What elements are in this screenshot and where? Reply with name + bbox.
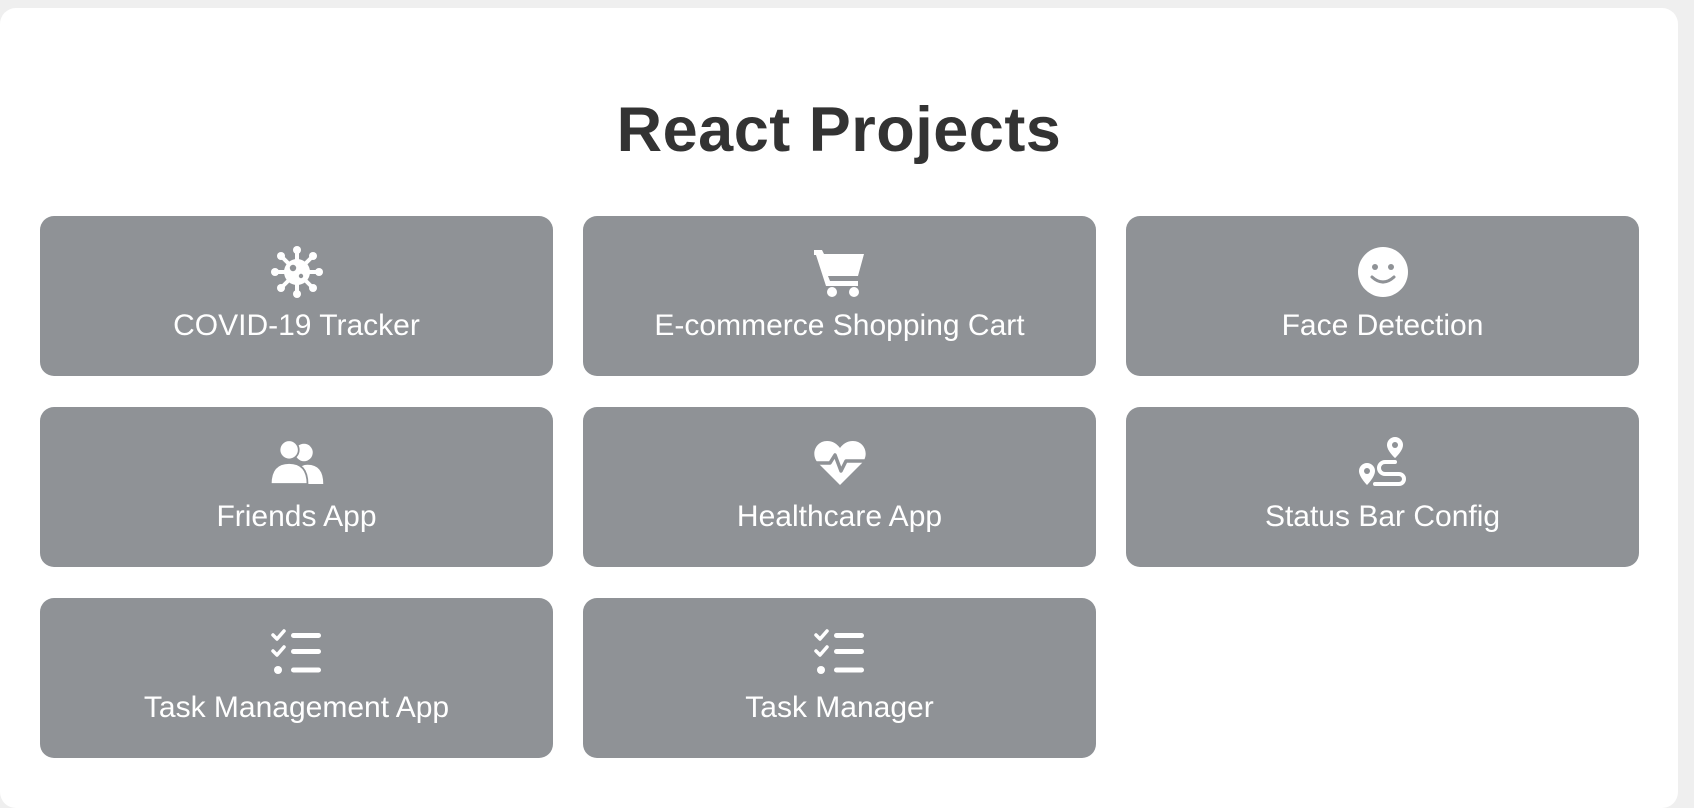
project-tile-e-commerce-shopping-cart[interactable]: E-commerce Shopping Cart — [583, 216, 1096, 376]
heart-pulse-icon — [812, 435, 868, 491]
project-tile-healthcare-app[interactable]: Healthcare App — [583, 407, 1096, 567]
project-label: Healthcare App — [736, 500, 943, 533]
project-tile-status-bar-config[interactable]: Status Bar Config — [1126, 407, 1639, 567]
list-check-icon — [812, 626, 868, 682]
list-check-icon — [269, 626, 325, 682]
project-tile-task-manager[interactable]: Task Manager — [583, 598, 1096, 758]
project-label: Status Bar Config — [1264, 500, 1501, 533]
shopping-cart-icon — [812, 244, 868, 300]
project-label: Friends App — [216, 500, 377, 533]
project-grid: COVID-19 Tracker E-commerce Shopping Car… — [40, 216, 1639, 758]
projects-panel: React Projects COVID-19 Tracker E-commer… — [0, 8, 1678, 808]
route-icon — [1355, 435, 1411, 491]
project-label: Face Detection — [1281, 309, 1484, 342]
project-label: Task Manager — [745, 691, 934, 724]
project-tile-friends-app[interactable]: Friends App — [40, 407, 553, 567]
project-label: E-commerce Shopping Cart — [654, 309, 1025, 342]
project-tile-covid-19-tracker[interactable]: COVID-19 Tracker — [40, 216, 553, 376]
virus-icon — [269, 244, 325, 300]
users-icon — [269, 435, 325, 491]
project-tile-face-detection[interactable]: Face Detection — [1126, 216, 1639, 376]
page-title: React Projects — [616, 95, 1062, 165]
project-label: COVID-19 Tracker — [173, 309, 420, 342]
project-tile-task-management-app[interactable]: Task Management App — [40, 598, 553, 758]
project-label: Task Management App — [143, 691, 450, 724]
smiley-face-icon — [1355, 244, 1411, 300]
